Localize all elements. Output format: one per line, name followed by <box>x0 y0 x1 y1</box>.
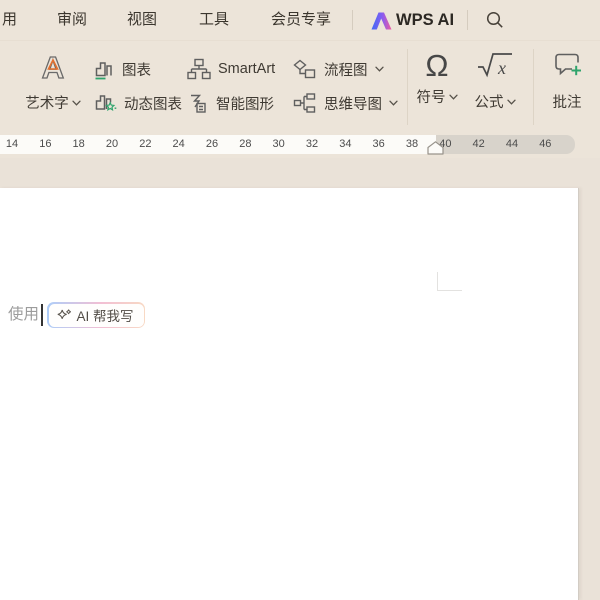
flowchart-label: 流程图 <box>324 59 368 80</box>
mindmap-icon <box>293 92 317 114</box>
horizontal-ruler: 1416182022242628303234363840424446 <box>0 132 600 158</box>
smartart-icon <box>187 58 211 80</box>
ruler-number: 18 <box>73 135 85 154</box>
symbol-label: 符号 <box>417 86 446 107</box>
chevron-down-icon <box>375 66 384 72</box>
menu-divider <box>467 10 468 30</box>
ruler-number: 38 <box>406 135 418 154</box>
formula-x-glyph: x <box>497 58 506 78</box>
chevron-down-icon <box>507 99 516 105</box>
dynamic-chart-label: 动态图表 <box>124 93 182 114</box>
ruler-numbers: 1416182022242628303234363840424446 <box>0 135 600 154</box>
search-icon[interactable] <box>486 11 504 29</box>
ruler-number: 30 <box>273 135 285 154</box>
menu-bar: 用 审阅 视图 工具 会员专享 WPS AI <box>0 0 600 40</box>
comment-label: 批注 <box>553 91 582 112</box>
symbol-button[interactable]: Ω 符号 <box>410 48 464 107</box>
right-indent-marker[interactable] <box>427 141 444 155</box>
comment-add-icon <box>551 48 584 84</box>
ai-write-chip-label: AI 帮我写 <box>77 305 134 325</box>
chart-label: 图表 <box>122 59 151 80</box>
wps-ai-logo-icon <box>371 11 392 30</box>
tab-review[interactable]: 审阅 <box>57 0 87 40</box>
formula-label: 公式 <box>475 91 504 112</box>
ruler-number: 28 <box>239 135 251 154</box>
smart-graphic-button[interactable]: 智能图形 <box>187 91 274 115</box>
svg-text:A: A <box>42 50 64 85</box>
wps-writer-window: 用 审阅 视图 工具 会员专享 WPS AI <box>0 0 600 600</box>
ruler-number: 34 <box>339 135 351 154</box>
margin-corner-mark <box>437 272 438 291</box>
chart-button[interactable]: 图表 <box>93 57 151 81</box>
smart-graphic-label: 智能图形 <box>216 93 274 114</box>
sparkle-icon <box>57 308 72 323</box>
tab-partial[interactable]: 用 <box>2 0 17 40</box>
tab-member[interactable]: 会员专享 <box>271 0 331 40</box>
tab-tools[interactable]: 工具 <box>199 0 229 40</box>
tab-view[interactable]: 视图 <box>127 0 157 40</box>
wordart-button[interactable]: A 艺术字 <box>22 49 84 113</box>
ruler-number: 42 <box>473 135 485 154</box>
formula-icon: x <box>475 48 515 84</box>
dynamic-chart-icon <box>93 91 117 115</box>
ribbon-divider <box>533 49 534 125</box>
ruler-number: 22 <box>139 135 151 154</box>
wordart-icon: A <box>36 49 70 85</box>
smart-graphic-icon <box>187 92 209 114</box>
ruler-number: 44 <box>506 135 518 154</box>
ruler-number: 16 <box>39 135 51 154</box>
ruler-number: 46 <box>539 135 551 154</box>
smartart-button[interactable]: SmartArt <box>187 57 275 81</box>
ruler-number: 20 <box>106 135 118 154</box>
ruler-number: 32 <box>306 135 318 154</box>
dynamic-chart-button[interactable]: 动态图表 <box>93 91 182 115</box>
ruler-number: 24 <box>173 135 185 154</box>
text-cursor <box>41 304 43 326</box>
omega-icon: Ω <box>410 48 464 84</box>
mindmap-button[interactable]: 思维导图 <box>293 91 398 115</box>
ruler-number: 26 <box>206 135 218 154</box>
flowchart-icon <box>293 58 317 80</box>
formula-button[interactable]: x 公式 <box>466 48 524 112</box>
menu-divider <box>352 10 353 30</box>
chevron-down-icon <box>449 94 458 100</box>
margin-corner-mark <box>437 290 462 291</box>
document-page[interactable]: 使用 AI 帮我写 <box>0 188 579 600</box>
ai-write-chip[interactable]: AI 帮我写 <box>47 302 145 328</box>
mindmap-label: 思维导图 <box>324 93 382 114</box>
ribbon-insert: A 艺术字 图表 <box>0 40 600 133</box>
smartart-label: SmartArt <box>218 61 275 77</box>
tab-wps-ai[interactable]: WPS AI <box>396 0 454 40</box>
ruler-number: 14 <box>6 135 18 154</box>
chevron-down-icon <box>389 100 398 106</box>
chart-icon <box>93 57 115 81</box>
chevron-down-icon <box>72 100 81 106</box>
flowchart-button[interactable]: 流程图 <box>293 57 384 81</box>
wordart-label: 艺术字 <box>25 92 69 113</box>
comment-button[interactable]: 批注 <box>543 48 591 112</box>
paragraph-text: 使用 <box>8 302 39 328</box>
ruler-number: 36 <box>373 135 385 154</box>
ribbon-divider <box>407 49 408 125</box>
